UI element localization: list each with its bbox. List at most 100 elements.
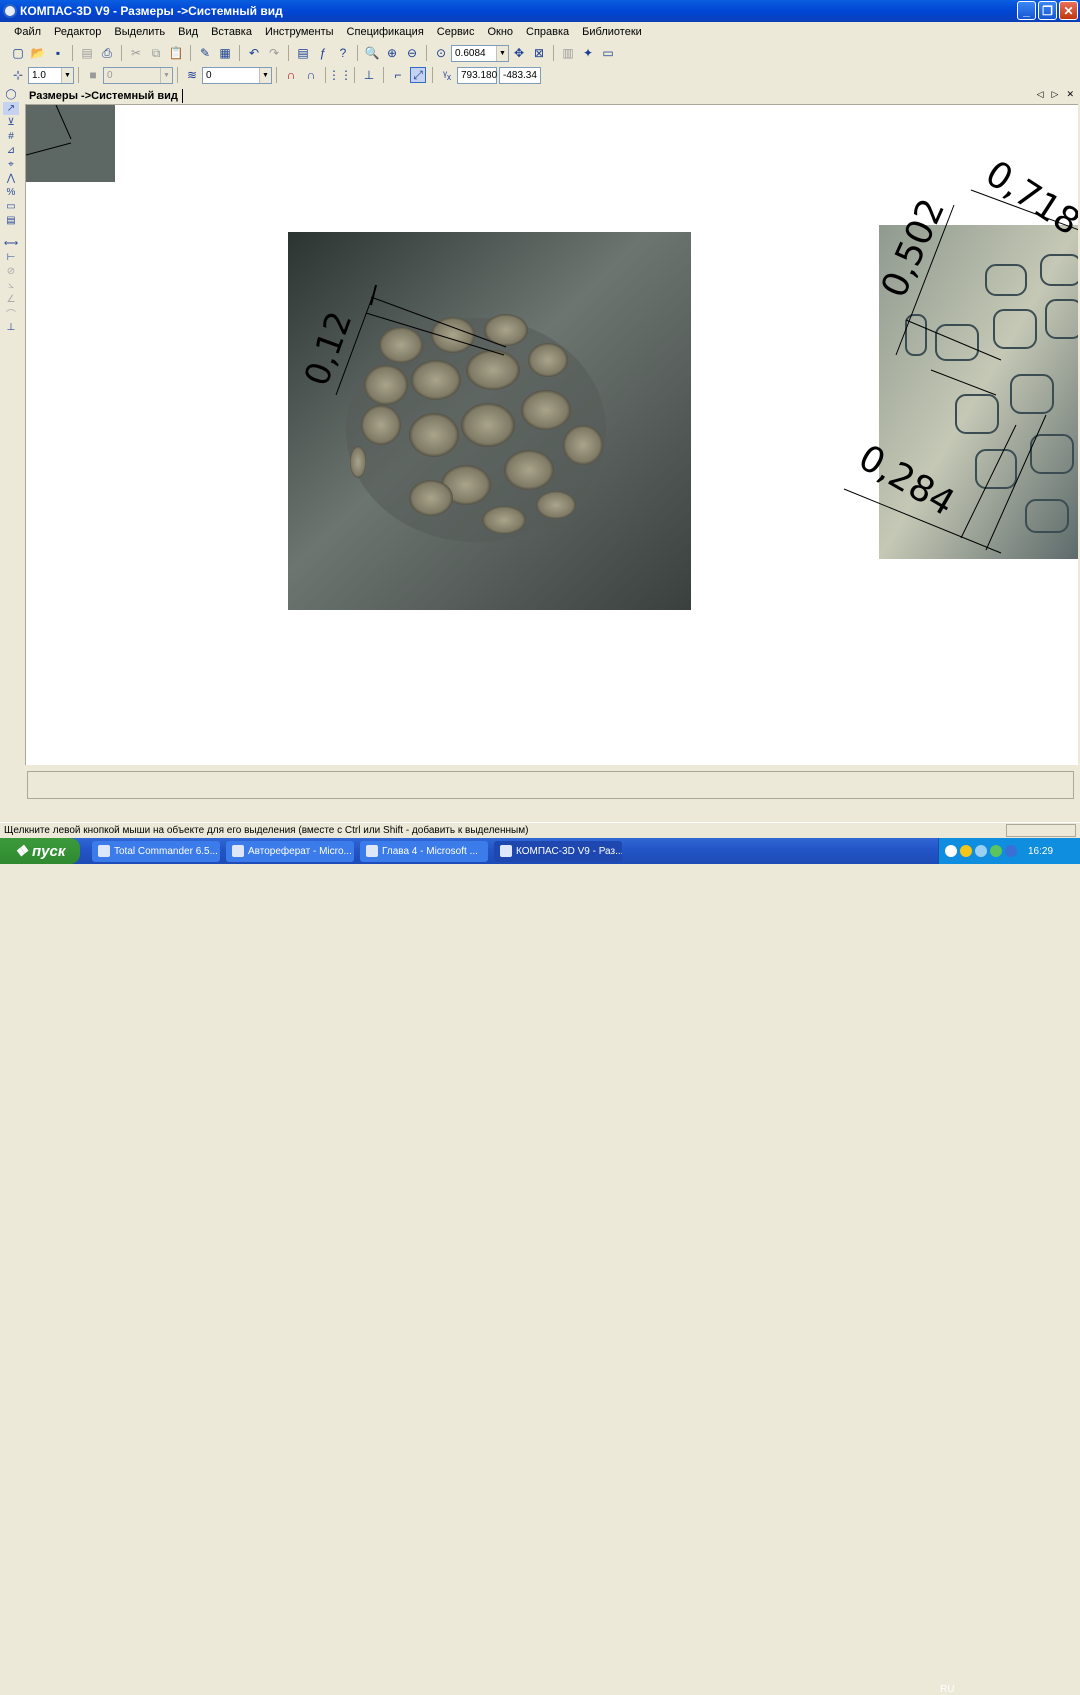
function-fx-icon[interactable]: ƒ bbox=[315, 45, 331, 61]
cut-icon[interactable]: ✂ bbox=[128, 45, 144, 61]
display-icon[interactable]: ▭ bbox=[600, 45, 616, 61]
menu-libraries[interactable]: Библиотеки bbox=[582, 26, 642, 38]
system-tray: 16:29 bbox=[938, 838, 1080, 864]
zoom-window-icon[interactable]: 🔍 bbox=[364, 45, 380, 61]
arc-dim-icon[interactable]: ⌒ bbox=[3, 307, 19, 321]
status-cell bbox=[1006, 824, 1076, 837]
grid-step-icon: ⊹ bbox=[12, 68, 24, 82]
zoom-out-icon[interactable]: ⊖ bbox=[404, 45, 420, 61]
paste-icon[interactable]: 📋 bbox=[168, 45, 184, 61]
toolbar-separator bbox=[426, 45, 427, 61]
print-preview-icon[interactable]: ⎙ bbox=[99, 45, 115, 61]
toolbar-separator bbox=[383, 67, 384, 83]
zoom-scale-icon[interactable]: ⊙ bbox=[433, 45, 449, 61]
taskbar: ❖ пуск Total Commander 6.5... Авторефера… bbox=[0, 838, 1080, 1695]
document-tab[interactable]: Размеры ->Системный вид bbox=[25, 88, 183, 103]
round-icon[interactable]: ⤢ bbox=[410, 67, 426, 83]
cursor-coords-icon: ᵞₓ bbox=[443, 68, 451, 82]
menu-select[interactable]: Выделить bbox=[114, 26, 165, 38]
total-commander-icon bbox=[98, 845, 110, 857]
measure-icon[interactable]: ⌖ bbox=[3, 158, 19, 171]
layer-field[interactable]: 0 ▼ bbox=[202, 66, 272, 84]
print-icon[interactable]: ▤ bbox=[79, 45, 95, 61]
height-dim-icon[interactable]: ⊥ bbox=[3, 321, 19, 334]
status-bar: Щелкните левой кнопкой мыши на объекте д… bbox=[0, 822, 1080, 838]
edit-icon[interactable]: # bbox=[3, 130, 19, 143]
tab-scroll-left-icon[interactable]: ◁ bbox=[1037, 89, 1044, 100]
properties-brush-icon[interactable]: ✎ bbox=[197, 45, 213, 61]
geometry-icon[interactable]: ◯ bbox=[3, 88, 19, 101]
menu-tools[interactable]: Инструменты bbox=[265, 26, 334, 38]
save-icon[interactable]: ▪ bbox=[50, 45, 66, 61]
pan-icon[interactable]: ✥ bbox=[511, 45, 527, 61]
dimensions-icon[interactable]: ↗ bbox=[3, 102, 19, 115]
undo-icon[interactable]: ↶ bbox=[246, 45, 262, 61]
snap-magnet-icon[interactable]: ∩ bbox=[283, 67, 299, 83]
menu-specification[interactable]: Спецификация bbox=[347, 26, 424, 38]
language-indicator[interactable]: RU bbox=[940, 1684, 954, 1695]
tray-app-icon[interactable] bbox=[960, 845, 972, 857]
menu-file[interactable]: Файл bbox=[14, 26, 41, 38]
coord-y-field[interactable]: -483.34 bbox=[499, 66, 541, 84]
chevron-down-icon[interactable]: ▼ bbox=[61, 67, 73, 83]
ortho-icon[interactable]: ⌐ bbox=[390, 67, 406, 83]
toolbar-separator bbox=[72, 45, 73, 61]
reports-icon[interactable]: ▤ bbox=[3, 214, 19, 227]
parametrization-icon[interactable]: ⊿ bbox=[3, 144, 19, 157]
document-close-icon[interactable]: ✕ bbox=[1066, 89, 1074, 100]
chevron-down-icon[interactable]: ▼ bbox=[259, 67, 271, 83]
redo-icon[interactable]: ↷ bbox=[266, 45, 282, 61]
spec-icon[interactable]: ▭ bbox=[3, 200, 19, 213]
step-field[interactable]: 1.0 ▼ bbox=[28, 66, 74, 84]
variables-icon[interactable]: ▤ bbox=[295, 45, 311, 61]
menu-insert[interactable]: Вставка bbox=[211, 26, 252, 38]
coord-x-field[interactable]: 793.180 bbox=[457, 66, 497, 84]
library-manager-icon[interactable]: ▦ bbox=[217, 45, 233, 61]
local-cs-icon[interactable]: ⊥ bbox=[361, 67, 377, 83]
magnet-icon[interactable]: ✦ bbox=[580, 45, 596, 61]
drawing-svg: 0,12 0,502 0,718 0,284 bbox=[26, 105, 1078, 610]
snap-local-icon[interactable]: ∩ bbox=[303, 67, 319, 83]
tray-star-icon[interactable] bbox=[1005, 845, 1017, 857]
new-document-icon[interactable]: ▢ bbox=[10, 45, 26, 61]
task-label: Автореферат - Micro... bbox=[248, 845, 352, 857]
start-button[interactable]: ❖ пуск bbox=[0, 838, 80, 864]
linear-dim-2-icon[interactable]: ⊢ bbox=[3, 251, 19, 264]
tray-antivirus-icon[interactable] bbox=[990, 845, 1002, 857]
task-label: Глава 4 - Microsoft ... bbox=[382, 845, 478, 857]
restore-button[interactable]: ❐ bbox=[1038, 1, 1057, 20]
state-icon: ■ bbox=[89, 68, 97, 82]
menu-help[interactable]: Справка bbox=[526, 26, 569, 38]
zoom-field[interactable]: 0.6084 ▼ bbox=[451, 44, 509, 62]
tray-expand-icon[interactable] bbox=[945, 845, 957, 857]
linear-dim-icon[interactable]: ⟷ bbox=[3, 237, 19, 250]
tab-scroll-right-icon[interactable]: ▷ bbox=[1052, 89, 1059, 100]
angle-dim-icon[interactable]: ∠ bbox=[3, 293, 19, 306]
task-total-commander[interactable]: Total Commander 6.5... bbox=[92, 840, 220, 862]
kompas-app-icon bbox=[500, 845, 512, 857]
zoom-in-icon[interactable]: ⊕ bbox=[384, 45, 400, 61]
designations-icon[interactable]: ⊻ bbox=[3, 116, 19, 129]
menu-window[interactable]: Окно bbox=[487, 26, 513, 38]
radius-dim-icon[interactable]: ⦣ bbox=[3, 279, 19, 292]
drawing-canvas[interactable]: 0,12 0,502 0,718 0,284 bbox=[25, 105, 1078, 765]
task-glava-4[interactable]: Глава 4 - Microsoft ... bbox=[360, 840, 488, 862]
associative-icon[interactable]: % bbox=[3, 186, 19, 199]
chevron-down-icon[interactable]: ▼ bbox=[496, 45, 508, 61]
task-kompas[interactable]: КОМПАС-3D V9 - Раз... bbox=[494, 840, 622, 862]
show-all-icon[interactable]: ⊠ bbox=[531, 45, 547, 61]
copy-icon[interactable]: ⧉ bbox=[148, 45, 164, 61]
open-folder-icon[interactable]: 📂 bbox=[30, 45, 46, 61]
menu-view[interactable]: Вид bbox=[178, 26, 198, 38]
help-cursor-icon[interactable]: ? bbox=[335, 45, 351, 61]
task-avtoreferat[interactable]: Автореферат - Micro... bbox=[226, 840, 354, 862]
menu-edit[interactable]: Редактор bbox=[54, 26, 101, 38]
menu-service[interactable]: Сервис bbox=[437, 26, 475, 38]
tray-network-icon[interactable] bbox=[975, 845, 987, 857]
refresh-icon[interactable]: ▥ bbox=[560, 45, 576, 61]
diameter-dim-icon[interactable]: ⊘ bbox=[3, 265, 19, 278]
minimize-button[interactable]: _ bbox=[1017, 1, 1036, 20]
close-button[interactable]: ✕ bbox=[1059, 1, 1078, 20]
grid-icon[interactable]: ⋮⋮ bbox=[328, 67, 352, 83]
select-icon[interactable]: ⋀ bbox=[3, 172, 19, 185]
